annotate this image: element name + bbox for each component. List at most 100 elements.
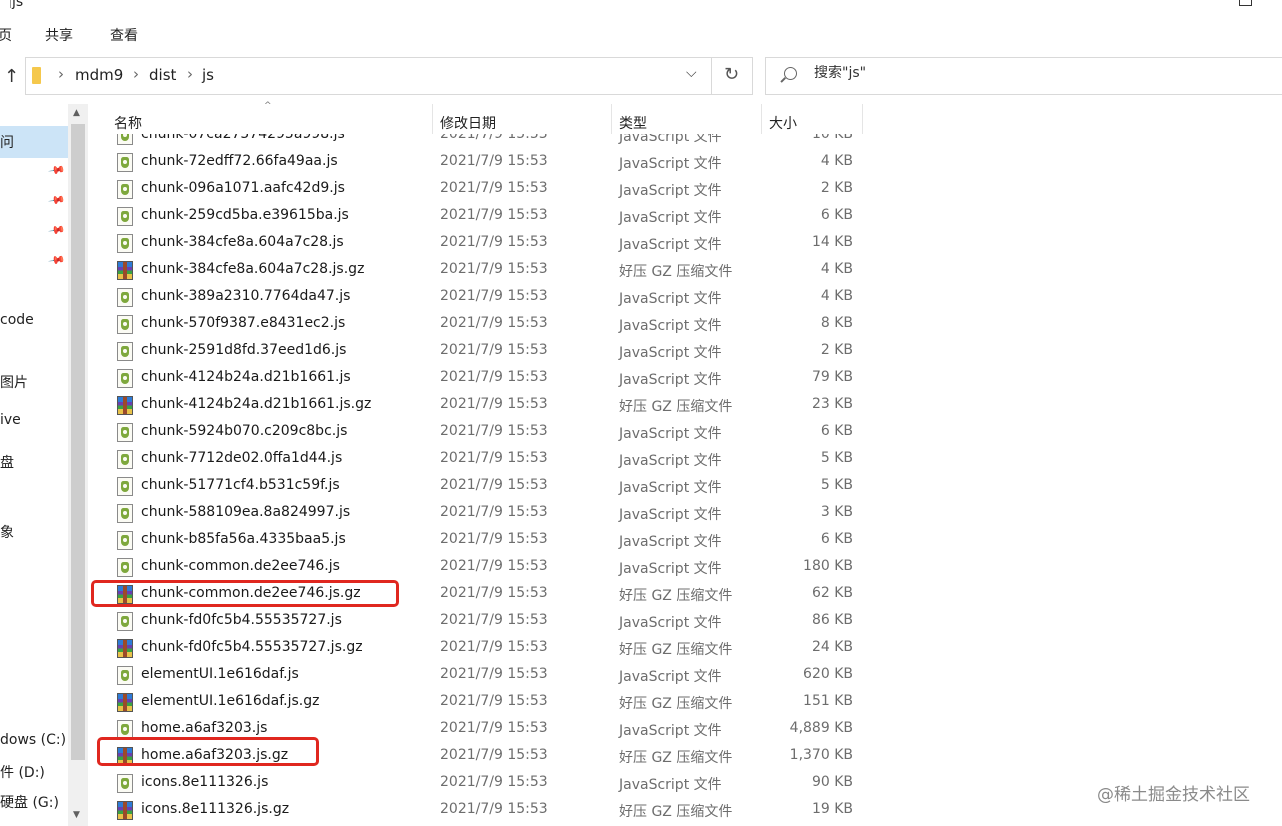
file-date: 2021/7/9 15:53 <box>440 558 548 574</box>
sidebar-item-quick-access[interactable]: 问 <box>0 132 14 152</box>
scroll-up-icon[interactable]: ▲ <box>73 108 80 118</box>
tab-share[interactable]: 共享 <box>45 25 73 45</box>
highlight-box-home-gz <box>97 737 319 766</box>
file-type: JavaScript 文件 <box>619 237 722 253</box>
sidebar-item-drive-c[interactable]: dows (C:) <box>0 732 66 748</box>
table-row[interactable]: chunk-72edff72.66fa49aa.js 2021/7/9 15:53… <box>88 149 1282 176</box>
pin-icon: 📌 <box>47 251 67 270</box>
sidebar-item-objects[interactable]: 象 <box>0 522 14 542</box>
table-row[interactable]: chunk-5924b070.c209c8bc.js 2021/7/9 15:53… <box>88 419 1282 446</box>
table-row[interactable]: chunk-4124b24a.d21b1661.js 2021/7/9 15:53… <box>88 365 1282 392</box>
sidebar-item-drive[interactable]: 盘 <box>0 452 14 472</box>
column-divider[interactable] <box>611 104 612 134</box>
file-name: chunk-259cd5ba.e39615ba.js <box>141 207 349 223</box>
sidebar-item-onedrive[interactable]: ive <box>0 412 21 428</box>
file-size: 79 KB <box>811 369 853 385</box>
table-row[interactable]: chunk-259cd5ba.e39615ba.js 2021/7/9 15:53… <box>88 203 1282 230</box>
chevron-down-icon[interactable]: ⌵ <box>686 65 697 81</box>
table-row[interactable]: chunk-2591d8fd.37eed1d6.js 2021/7/9 15:53… <box>88 338 1282 365</box>
refresh-button[interactable]: ↻ <box>712 57 753 95</box>
file-type: JavaScript 文件 <box>619 291 722 307</box>
js-file-icon <box>117 288 133 307</box>
table-row[interactable]: chunk-fd0fc5b4.55535727.js 2021/7/9 15:53… <box>88 608 1282 635</box>
js-file-icon <box>117 423 133 442</box>
breadcrumb-js[interactable]: js <box>202 66 214 84</box>
column-divider[interactable] <box>761 104 762 134</box>
file-type: 好压 GZ 压缩文件 <box>619 804 733 820</box>
table-row[interactable]: chunk-389a2310.7764da47.js 2021/7/9 15:53… <box>88 284 1282 311</box>
address-bar[interactable]: › mdm9 › dist › js ⌵ <box>25 57 712 95</box>
file-date: 2021/7/9 15:53 <box>440 477 548 493</box>
file-type: JavaScript 文件 <box>619 318 722 334</box>
file-name: chunk-2591d8fd.37eed1d6.js <box>141 342 347 358</box>
table-row[interactable]: chunk-fd0fc5b4.55535727.js.gz 2021/7/9 15… <box>88 635 1282 662</box>
file-date: 2021/7/9 15:53 <box>440 153 548 169</box>
column-name[interactable]: 名称 <box>114 113 142 133</box>
file-name: chunk-4124b24a.d21b1661.js.gz <box>141 396 372 412</box>
sidebar-item-code[interactable]: code <box>0 312 34 328</box>
js-file-icon <box>117 180 133 199</box>
file-size: 151 KB <box>803 693 853 709</box>
scrollbar-thumb[interactable] <box>71 124 85 760</box>
refresh-icon: ↻ <box>724 64 740 85</box>
table-row[interactable]: chunk-07ca27574295a998.js 2021/7/9 15:53 J… <box>88 134 1282 149</box>
table-row[interactable]: chunk-570f9387.e8431ec2.js 2021/7/9 15:53… <box>88 311 1282 338</box>
gz-archive-icon <box>117 261 133 280</box>
file-type: JavaScript 文件 <box>619 561 722 577</box>
breadcrumb-dist[interactable]: dist <box>149 66 176 84</box>
column-date[interactable]: 修改日期 <box>440 113 496 133</box>
file-type: 好压 GZ 压缩文件 <box>619 399 733 415</box>
file-name: chunk-7712de02.0ffa1d44.js <box>141 450 343 466</box>
sidebar-scrollbar[interactable]: ▲ ▼ <box>68 104 88 826</box>
table-row[interactable]: chunk-588109ea.8a824997.js 2021/7/9 15:53… <box>88 500 1282 527</box>
file-name: chunk-384cfe8a.604a7c28.js <box>141 234 344 250</box>
sidebar-item-drive-g[interactable]: 硬盘 (G:) <box>0 792 59 812</box>
file-name: chunk-07ca27574295a998.js <box>141 134 345 142</box>
file-date: 2021/7/9 15:53 <box>440 531 548 547</box>
file-type: JavaScript 文件 <box>619 183 722 199</box>
file-date: 2021/7/9 15:53 <box>440 134 548 142</box>
gz-archive-icon <box>117 693 133 712</box>
column-type[interactable]: 类型 <box>619 113 647 133</box>
scroll-down-icon[interactable]: ▼ <box>73 810 80 820</box>
pin-icon: 📌 <box>47 191 67 210</box>
chevron-right-icon[interactable]: › <box>133 65 139 83</box>
file-name: chunk-570f9387.e8431ec2.js <box>141 315 346 331</box>
column-divider[interactable] <box>432 104 433 134</box>
sidebar-item-pictures[interactable]: 图片 <box>0 372 28 392</box>
search-box[interactable] <box>765 57 1282 95</box>
tab-view[interactable]: 查看 <box>110 25 138 45</box>
column-header: ^ 名称 修改日期 类型 大小 <box>88 101 1282 134</box>
file-date: 2021/7/9 15:53 <box>440 261 548 277</box>
gz-archive-icon <box>117 396 133 415</box>
file-date: 2021/7/9 15:53 <box>440 585 548 601</box>
search-input[interactable] <box>814 65 1114 81</box>
file-name: home.a6af3203.js <box>141 720 268 736</box>
column-divider[interactable] <box>862 104 863 134</box>
breadcrumb-mdm9[interactable]: mdm9 <box>75 66 123 84</box>
sidebar-item-drive-d[interactable]: 件 (D:) <box>0 762 45 782</box>
table-row[interactable]: chunk-b85fa56a.4335baa5.js 2021/7/9 15:53… <box>88 527 1282 554</box>
js-file-icon <box>117 558 133 577</box>
chevron-right-icon[interactable]: › <box>58 65 64 83</box>
table-row[interactable]: chunk-51771cf4.b531c59f.js 2021/7/9 15:53… <box>88 473 1282 500</box>
tab-home[interactable]: 页 <box>0 25 12 45</box>
chevron-right-icon[interactable]: › <box>187 65 193 83</box>
table-row[interactable]: elementUI.1e616daf.js 2021/7/9 15:53 JavaS… <box>88 662 1282 689</box>
file-type: JavaScript 文件 <box>619 134 722 145</box>
file-date: 2021/7/9 15:53 <box>440 639 548 655</box>
column-size[interactable]: 大小 <box>769 113 797 133</box>
file-date: 2021/7/9 15:53 <box>440 774 548 790</box>
table-row[interactable]: chunk-4124b24a.d21b1661.js.gz 2021/7/9 15… <box>88 392 1282 419</box>
file-name: chunk-fd0fc5b4.55535727.js <box>141 612 342 628</box>
table-row[interactable]: chunk-384cfe8a.604a7c28.js.gz 2021/7/9 15… <box>88 257 1282 284</box>
file-date: 2021/7/9 15:53 <box>440 666 548 682</box>
table-row[interactable]: chunk-7712de02.0ffa1d44.js 2021/7/9 15:53… <box>88 446 1282 473</box>
maximize-button[interactable] <box>1239 0 1252 6</box>
file-name: icons.8e111326.js.gz <box>141 801 290 817</box>
table-row[interactable]: chunk-096a1071.aafc42d9.js 2021/7/9 15:53… <box>88 176 1282 203</box>
table-row[interactable]: elementUI.1e616daf.js.gz 2021/7/9 15:53 好压… <box>88 689 1282 716</box>
table-row[interactable]: chunk-384cfe8a.604a7c28.js 2021/7/9 15:53… <box>88 230 1282 257</box>
table-row[interactable]: chunk-common.de2ee746.js 2021/7/9 15:53 Ja… <box>88 554 1282 581</box>
up-arrow-icon[interactable]: ↑ <box>4 66 19 87</box>
